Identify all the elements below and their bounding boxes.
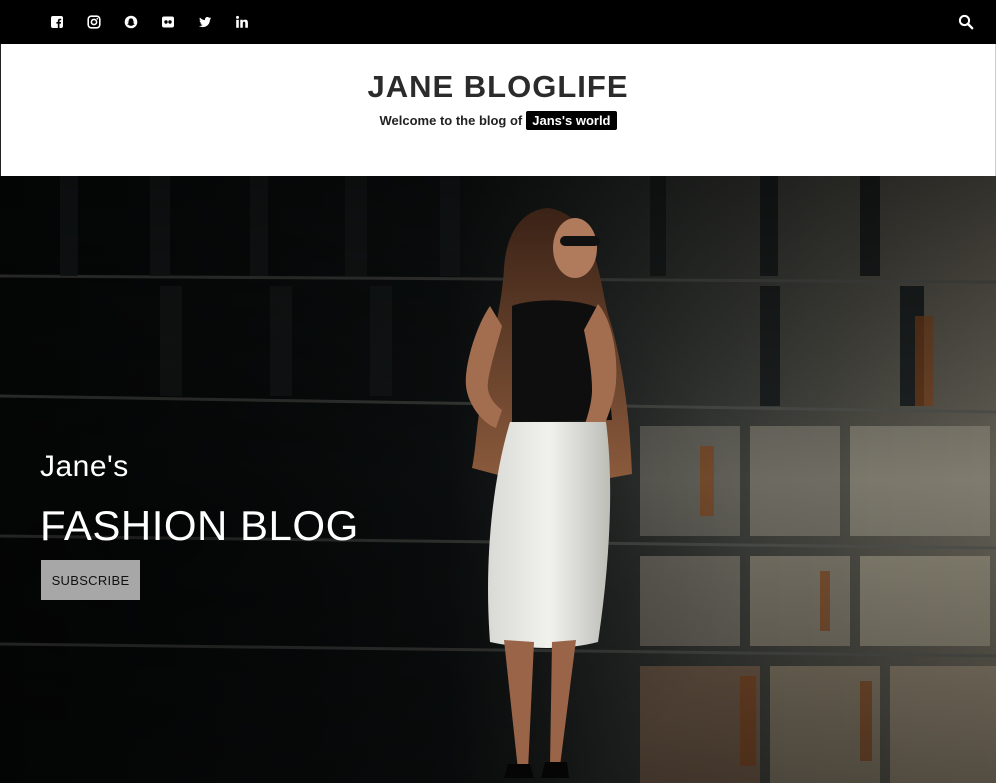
hero-title: FASHION BLOG: [40, 502, 359, 549]
social-links: [38, 0, 260, 44]
instagram-link[interactable]: [75, 0, 112, 44]
snapchat-link[interactable]: [112, 0, 149, 44]
snapchat-icon: [124, 15, 137, 29]
hero-banner: Jane's FASHION BLOG SUBSCRIBE: [0, 176, 996, 783]
top-bar: [0, 0, 996, 44]
tagline-prefix: Welcome to the blog of: [379, 113, 523, 128]
site-tagline: Welcome to the blog of Jans's world: [1, 111, 995, 130]
facebook-icon: [50, 16, 63, 28]
twitter-link[interactable]: [186, 0, 223, 44]
site-header: JANE BLOGLIFE Welcome to the blog of Jan…: [0, 44, 996, 176]
flickr-icon: [161, 16, 174, 28]
search-icon: [958, 14, 974, 30]
tagline-highlight: Jans's world: [526, 111, 617, 130]
search-button[interactable]: [958, 14, 974, 30]
site-title[interactable]: JANE BLOGLIFE: [1, 69, 995, 105]
linkedin-icon: [235, 15, 248, 28]
linkedin-link[interactable]: [223, 0, 260, 44]
hero-pretitle: Jane's: [40, 450, 129, 483]
facebook-link[interactable]: [38, 0, 75, 44]
hero-image: [0, 176, 996, 783]
flickr-link[interactable]: [149, 0, 186, 44]
twitter-icon: [198, 17, 211, 28]
subscribe-button[interactable]: SUBSCRIBE: [41, 560, 140, 600]
instagram-icon: [86, 15, 101, 29]
